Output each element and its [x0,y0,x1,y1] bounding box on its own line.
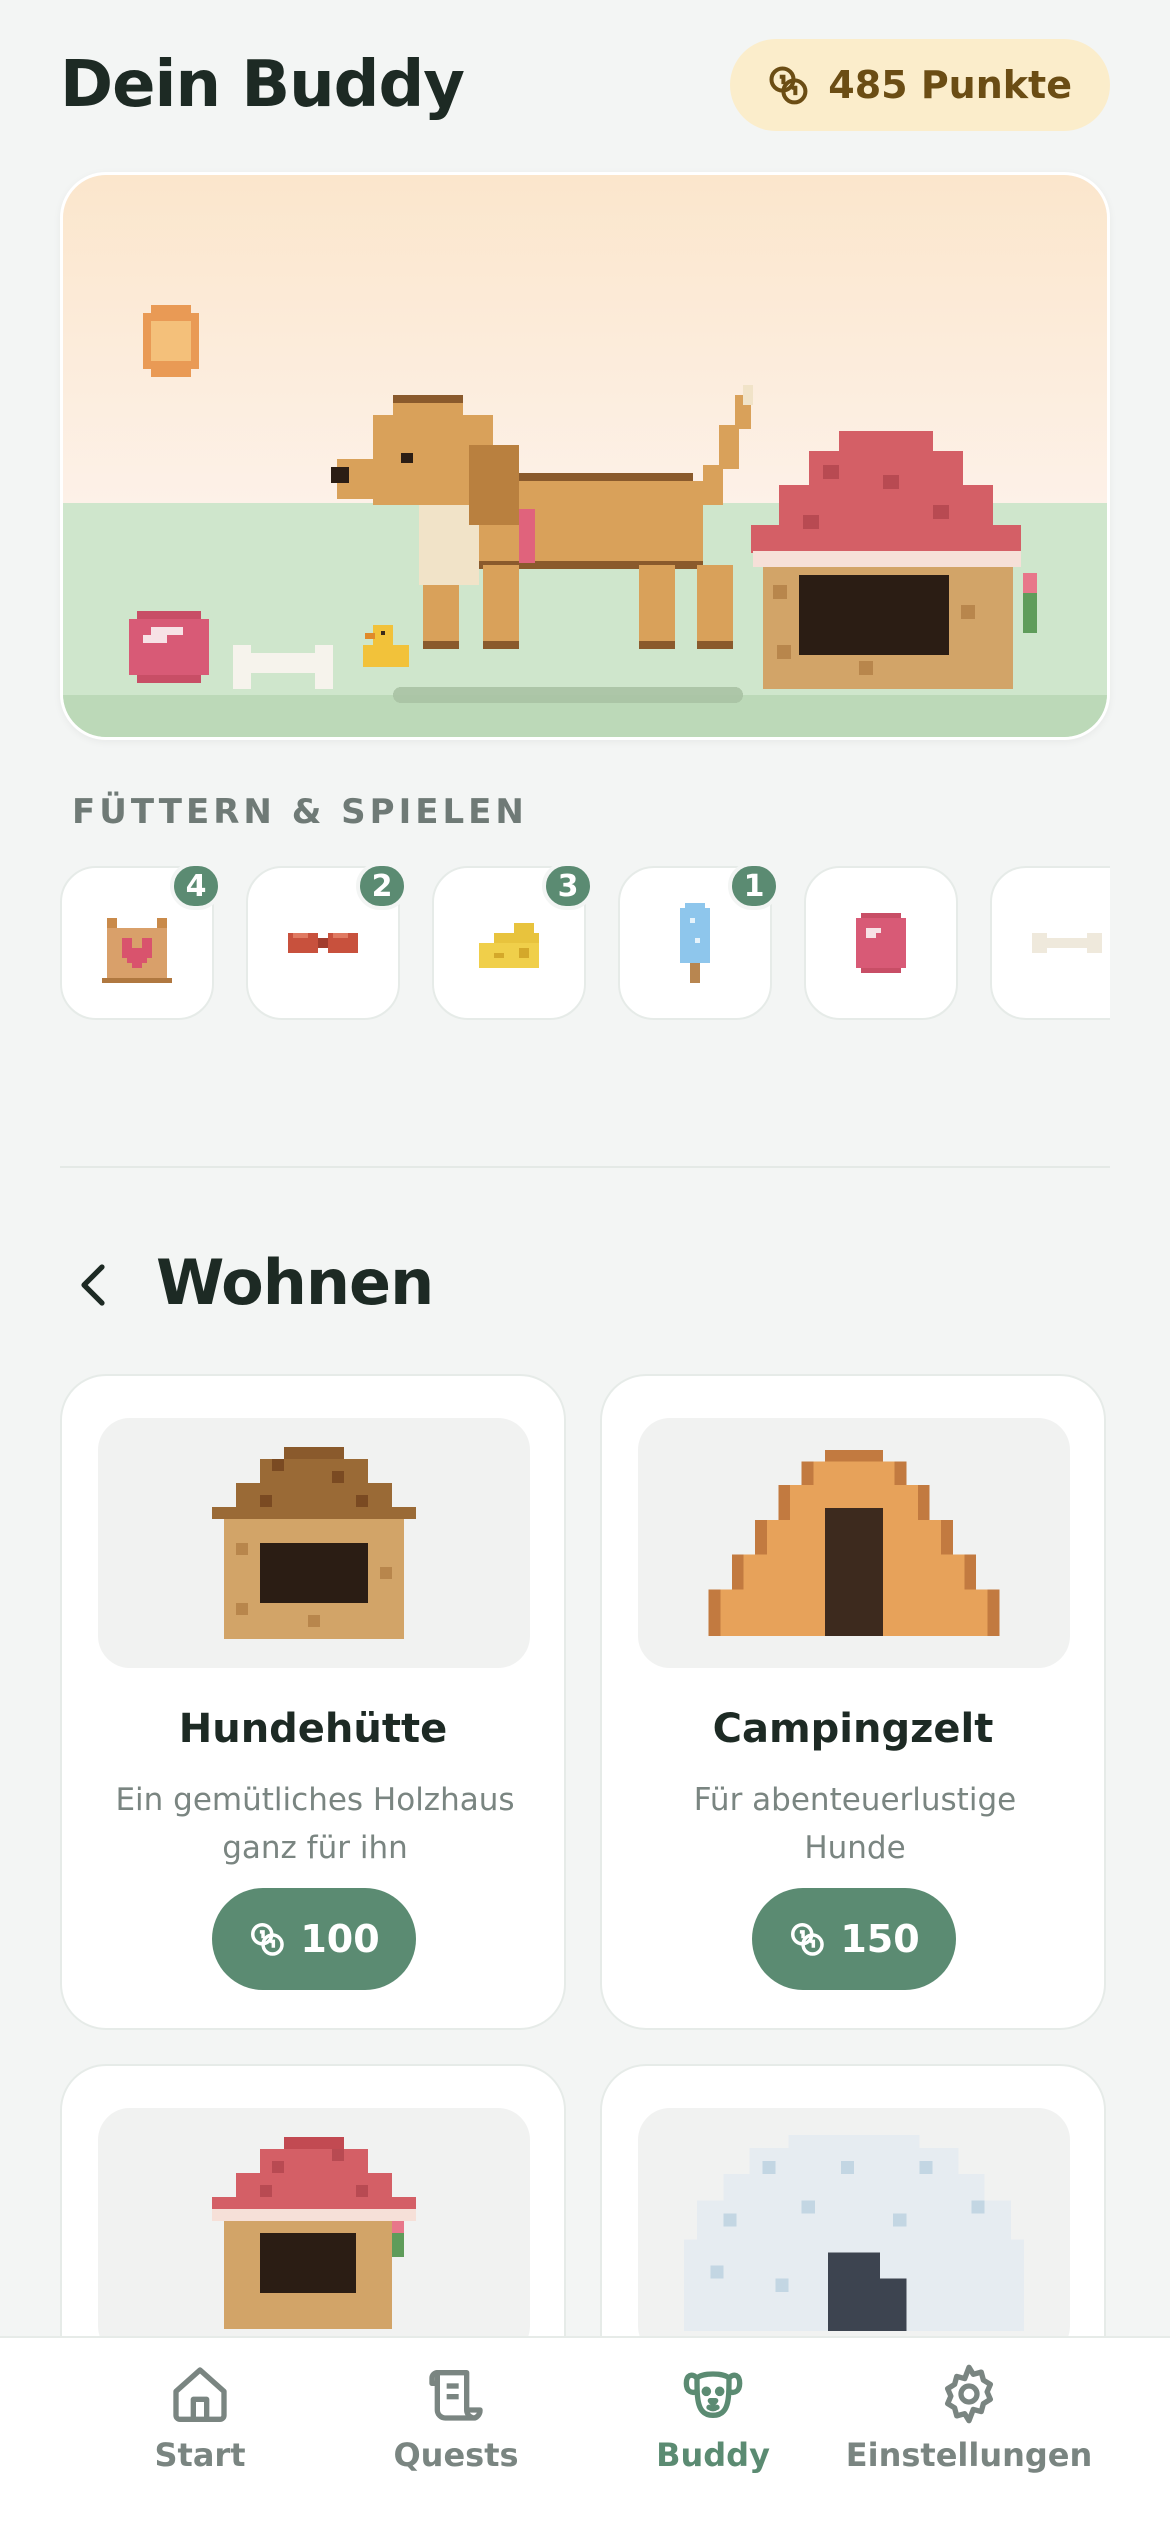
bottom-nav: Start Quests Buddy Einstellungen [0,2336,1170,2532]
card-image [98,2108,530,2358]
home-icon [173,2367,227,2422]
points-label: 485 Punkte [828,63,1072,107]
bone-icon [1032,933,1102,953]
ball-icon [856,913,906,973]
red-doghouse-icon [212,2137,416,2329]
feed-item-bone[interactable] [990,866,1110,1020]
tent-icon [708,1450,1000,1636]
header: Dein Buddy 485 Punkte [60,30,1110,140]
nav-item-start[interactable]: Start [80,2362,320,2512]
chevron-left-icon [81,1264,105,1306]
treat-bag-icon [102,918,172,983]
scene-ball [129,611,209,683]
card-title: Hundehütte [178,1706,448,1752]
price-label: 150 [840,1917,920,1961]
feed-item-cheese[interactable]: 3 [432,866,594,1020]
page-title: Dein Buddy [60,48,465,122]
card-description: Ein gemütliches Holzhaus ganz für ihn [115,1782,515,1866]
nav-label: Buddy [656,2436,770,2474]
card-description: Für abenteuerlustige Hunde [693,1782,1017,1866]
coins-icon [251,1923,285,1956]
cheese-icon [479,923,539,968]
feed-item-ball[interactable] [804,866,958,1020]
scroll-icon [429,2370,483,2421]
nav-label: Quests [393,2436,519,2474]
price-label: 100 [300,1917,380,1961]
nav-item-quests[interactable]: Quests [336,2362,576,2512]
nav-item-buddy[interactable]: Buddy [593,2362,833,2512]
popsicle-icon [680,903,710,983]
feed-items-row[interactable]: 4 2 3 1 [60,866,1110,1026]
nav-label: Start [154,2436,246,2474]
sun-icon [143,305,199,377]
item-count-badge: 1 [728,866,780,910]
card-image [98,1418,530,1668]
doghouse-icon [212,1447,416,1639]
feed-section-label: FÜTTERN & SPIELEN [72,792,528,832]
item-count-badge: 4 [170,866,222,910]
item-count-badge: 3 [542,866,594,910]
dog-face-icon [683,2371,743,2418]
gear-icon [945,2364,993,2424]
nav-item-settings[interactable]: Einstellungen [846,2362,1092,2512]
card-image [638,2108,1070,2358]
nav-label: Einstellungen [845,2436,1093,2474]
buddy-scene[interactable] [60,172,1110,740]
back-button[interactable] [64,1250,124,1320]
sausage-icon [288,933,358,953]
feed-item-popsicle[interactable]: 1 [618,866,780,1020]
feed-item-treat-bag[interactable]: 4 [60,866,222,1020]
buy-button[interactable]: 150 [752,1888,956,1990]
feed-item-sausage[interactable]: 2 [246,866,408,1020]
coins-icon [769,66,808,105]
section-divider [60,1166,1110,1168]
points-badge[interactable]: 485 Punkte [730,39,1110,131]
housing-title: Wohnen [156,1246,434,1319]
item-count-badge: 2 [356,866,408,910]
housing-card-doghouse[interactable]: Hundehütte Ein gemütliches Holzhaus ganz… [60,1374,566,2030]
buy-button[interactable]: 100 [212,1888,416,1990]
igloo-icon [684,2135,1024,2331]
card-image [638,1418,1070,1668]
card-title: Campingzelt [712,1706,994,1752]
coins-icon [791,1923,825,1956]
housing-card-tent[interactable]: Campingzelt Für abenteuerlustige Hunde 1… [600,1374,1106,2030]
